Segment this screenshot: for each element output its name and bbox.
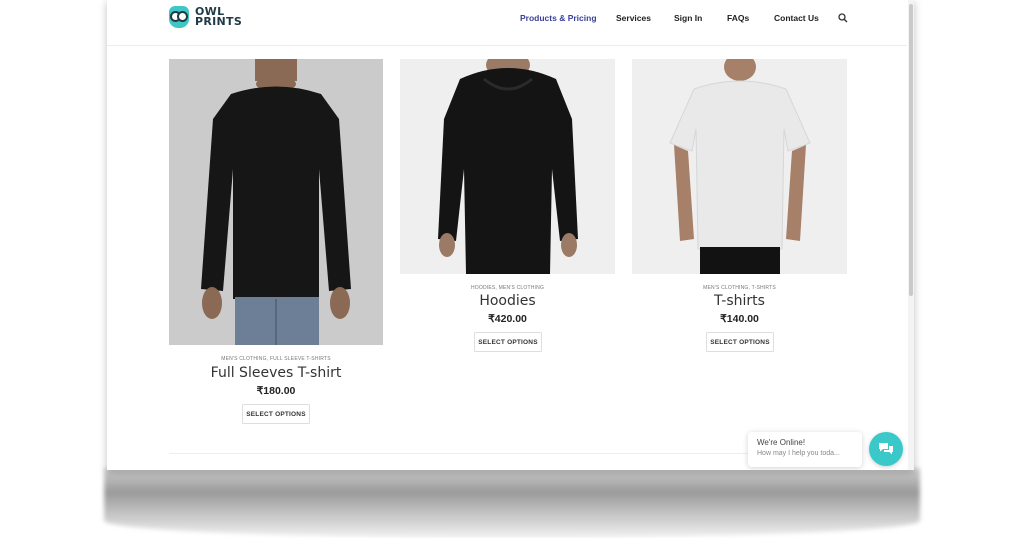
- product-name[interactable]: Full Sleeves T-shirt: [169, 365, 383, 381]
- nav-sign-in[interactable]: Sign In: [674, 13, 702, 23]
- product-price: ₹180.00: [256, 385, 296, 397]
- select-options-button[interactable]: SELECT OPTIONS: [706, 332, 774, 352]
- product-image-hoodies[interactable]: [400, 59, 615, 274]
- chat-title: We're Online!: [757, 438, 806, 447]
- product-name[interactable]: Hoodies: [400, 293, 615, 309]
- scrollbar-thumb[interactable]: [909, 4, 913, 296]
- scrollbar[interactable]: [908, 0, 914, 470]
- page-shadow: [104, 468, 920, 538]
- screenshot-stage: OWL PRINTS Products & Pricing Services S…: [0, 0, 1024, 538]
- select-options-button[interactable]: SELECT OPTIONS: [474, 332, 542, 352]
- search-icon[interactable]: [838, 13, 848, 23]
- product-image-t-shirts[interactable]: [632, 59, 847, 274]
- nav-contact-us[interactable]: Contact Us: [774, 13, 819, 23]
- chat-launcher-button[interactable]: [869, 432, 903, 466]
- content-divider: [169, 453, 847, 454]
- product-categories[interactable]: MEN'S CLOTHING, FULL SLEEVE T-SHIRTS: [169, 356, 383, 362]
- product-price: ₹420.00: [488, 313, 527, 325]
- owl-logo-icon: [169, 6, 189, 28]
- product-image-full-sleeves[interactable]: [169, 59, 383, 345]
- nav-products-pricing[interactable]: Products & Pricing: [520, 13, 597, 23]
- product-categories[interactable]: MEN'S CLOTHING, T-SHIRTS: [632, 285, 847, 291]
- chat-subtitle: How may I help you toda...: [757, 450, 840, 457]
- product-price: ₹140.00: [720, 313, 759, 325]
- site-header: OWL PRINTS Products & Pricing Services S…: [107, 0, 907, 46]
- chat-bubble[interactable]: We're Online! How may I help you toda...: [748, 432, 862, 467]
- nav-services[interactable]: Services: [616, 13, 651, 23]
- select-options-button[interactable]: SELECT OPTIONS: [242, 404, 310, 424]
- product-categories[interactable]: HOODIES, MEN'S CLOTHING: [400, 285, 615, 291]
- logo-text-line2: PRINTS: [195, 15, 243, 28]
- browser-page: OWL PRINTS Products & Pricing Services S…: [107, 0, 914, 470]
- product-name[interactable]: T-shirts: [632, 293, 847, 309]
- chat-icon: [879, 443, 893, 455]
- site-logo[interactable]: OWL PRINTS: [169, 6, 242, 28]
- nav-faqs[interactable]: FAQs: [727, 13, 749, 23]
